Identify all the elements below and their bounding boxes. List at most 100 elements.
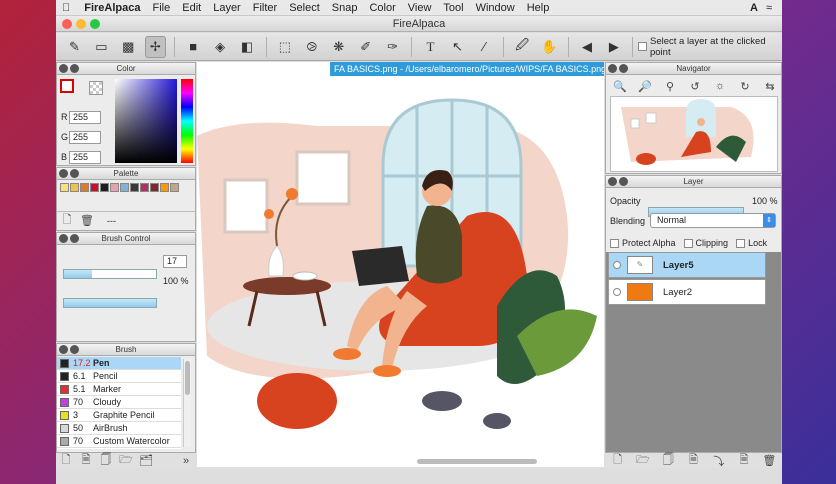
gradient-tool-icon[interactable]: ◧ [237,36,258,58]
eye-icon[interactable] [613,288,621,296]
blending-select[interactable]: Normal ⇕ [650,213,776,228]
move-tool-icon[interactable]: ✢ [144,35,166,58]
green-input[interactable]: 255 [69,131,101,144]
palette-swatch[interactable] [130,183,139,192]
lock-checkbox[interactable] [736,238,746,248]
duplicate-brush-icon[interactable]: 🗍 [96,451,116,470]
palette-swatch[interactable] [90,183,99,192]
text-tool-icon[interactable]: T [420,36,441,58]
menu-filter[interactable]: Filter [247,2,283,14]
panel-menu-icon[interactable] [70,169,79,178]
divide-tool-icon[interactable]: ∕ [474,36,495,58]
palette-swatch[interactable] [170,183,179,192]
panel-menu-icon[interactable] [70,64,79,73]
magic-wand-tool-icon[interactable]: ❋ [328,36,349,58]
new-layer-icon[interactable]: 🗋 [608,451,628,470]
next-frame-icon[interactable]: ▶ [603,36,624,58]
palette-swatch[interactable] [70,183,79,192]
secondary-color-swatch[interactable] [89,81,103,95]
prev-frame-icon[interactable]: ◀ [577,36,598,58]
new-folder-icon[interactable]: 🗁 [633,451,653,470]
dot-tool-icon[interactable]: ▩ [118,36,139,58]
panel-close-icon[interactable] [608,177,617,186]
menu-view[interactable]: View [402,2,438,14]
expand-icon[interactable]: » [176,455,196,467]
panel-menu-icon[interactable] [70,345,79,354]
delete-palette-icon[interactable]: 🗑 [77,214,97,227]
brush-settings-icon[interactable]: 🗎 [76,451,96,470]
palette-swatch[interactable] [80,183,89,192]
brush-size-slider[interactable] [63,269,157,279]
duplicate-layer-icon[interactable]: 🗍 [658,451,678,470]
layer-settings-icon[interactable]: 🗎 [683,451,703,470]
brush-item[interactable]: 50 AirBrush [57,422,181,435]
zoom-in-icon[interactable]: 🔍 [610,80,630,93]
menu-snap[interactable]: Snap [326,2,364,14]
bucket-tool-icon[interactable]: ◈ [210,36,231,58]
rotate-reset-icon[interactable]: ☼ [710,80,730,92]
zoom-window-button[interactable] [90,19,100,29]
palette-swatch[interactable] [60,183,69,192]
panel-menu-icon[interactable] [70,234,79,243]
apple-icon[interactable]:  [56,2,76,14]
palette-swatch[interactable] [160,183,169,192]
eye-icon[interactable] [613,261,621,269]
rotate-right-icon[interactable]: ↻ [735,80,755,93]
layer-move-icon[interactable]: 🗎 [734,451,754,470]
select-layer-checkbox[interactable] [638,42,647,51]
new-brush-icon[interactable]: 🗋 [56,451,76,470]
rect-select-tool-icon[interactable]: ⬚ [274,36,295,58]
brush-item[interactable]: 70 Custom Watercolor [57,435,181,448]
zoom-fit-icon[interactable]: ⚲ [660,80,680,93]
lasso-tool-icon[interactable]: ⧁ [301,36,322,58]
merge-down-icon[interactable]: ⤵ [709,453,729,469]
brush-item[interactable]: 5.1 Marker [57,383,181,396]
menu-layer[interactable]: Layer [207,2,247,14]
primary-color-swatch[interactable] [60,79,74,93]
menu-color[interactable]: Color [363,2,401,14]
panel-menu-icon[interactable] [619,64,628,73]
canvas-tab[interactable]: FA BASICS.png - /Users/elbaromero/Pictur… [330,62,604,76]
menu-app-name[interactable]: FireAlpaca [76,2,146,14]
brush-size-input[interactable]: 17 [163,255,187,268]
brush-list-scrollbar[interactable] [183,359,191,447]
panel-close-icon[interactable] [608,64,617,73]
brush-item[interactable]: 70 Cloudy [57,396,181,409]
zoom-out-icon[interactable]: 🔎 [635,80,655,93]
clipping-checkbox[interactable] [683,238,693,248]
palette-swatch[interactable] [140,183,149,192]
adobe-icon[interactable]: A [750,2,758,14]
panel-close-icon[interactable] [59,345,68,354]
palette-swatch[interactable] [100,183,109,192]
wifi-icon[interactable]: ≈ [766,2,772,14]
hand-tool-icon[interactable]: ✋ [539,36,560,58]
operation-tool-icon[interactable]: ↖ [447,36,468,58]
saturation-value-picker[interactable] [115,79,177,163]
layer-row[interactable]: ✎ Layer5 [608,252,766,278]
menu-file[interactable]: File [147,2,177,14]
rotate-left-icon[interactable]: ↺ [685,80,705,93]
blue-input[interactable]: 255 [69,151,101,164]
red-input[interactable]: 255 [69,111,101,124]
select-pen-tool-icon[interactable]: ✐ [355,36,376,58]
palette-swatch[interactable] [110,183,119,192]
brush-item[interactable]: 17.2 Pen [57,357,181,370]
canvas-area[interactable]: FA BASICS.png - /Users/elbaromero/Pictur… [197,62,604,467]
menu-window[interactable]: Window [470,2,521,14]
protect-alpha-checkbox[interactable] [610,238,619,248]
close-window-button[interactable] [62,19,72,29]
minimize-window-button[interactable] [76,19,86,29]
panel-close-icon[interactable] [59,64,68,73]
eyedropper-tool-icon[interactable]: 🖉 [512,36,533,58]
palette-swatch[interactable] [150,183,159,192]
flip-horizontal-icon[interactable]: ⇆ [760,80,780,93]
layer-row[interactable]: Layer2 [608,279,766,305]
menu-help[interactable]: Help [521,2,556,14]
menu-edit[interactable]: Edit [176,2,207,14]
panel-menu-icon[interactable] [619,177,628,186]
menu-select[interactable]: Select [283,2,326,14]
brush-opacity-slider[interactable] [63,298,157,308]
panel-close-icon[interactable] [59,169,68,178]
pen-tool-icon[interactable]: ✎ [64,36,85,58]
canvas-horizontal-scrollbar[interactable] [417,459,537,464]
